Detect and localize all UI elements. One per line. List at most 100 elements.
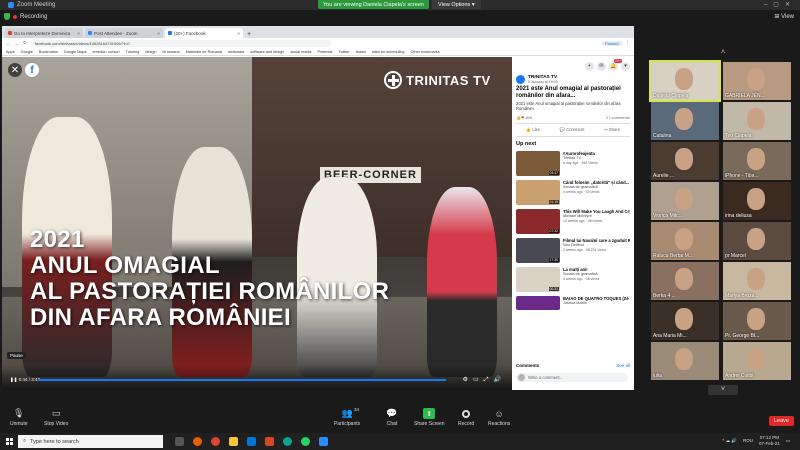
bookmark-item[interactable]: Google Maps bbox=[64, 50, 87, 54]
participant-tile[interactable]: iulia bbox=[651, 342, 719, 380]
bookmark-item[interactable]: dictionare bbox=[228, 50, 244, 54]
participant-tile[interactable]: Mariya Broza... bbox=[723, 262, 791, 300]
bookmark-item[interactable]: Tutoring bbox=[126, 50, 140, 54]
notifications-icon[interactable]: 🔔 20+ bbox=[609, 58, 622, 71]
participant-tile[interactable]: iPhone - Tiba... bbox=[723, 142, 791, 180]
tab-close-icon[interactable]: × bbox=[157, 31, 160, 36]
stop-video-button[interactable]: ▭ Stop Video bbox=[44, 408, 68, 427]
participants-button[interactable]: 👥 34 Participants bbox=[334, 407, 360, 427]
bookmark-item[interactable]: social media bbox=[290, 50, 311, 54]
up-next-item[interactable]: BAIAO DE QUATRO TOQUES (Zé Miguel...Josh… bbox=[512, 294, 634, 312]
participant-video bbox=[675, 108, 693, 130]
forward-icon[interactable]: → bbox=[15, 41, 20, 46]
up-next-item[interactable]: 17:30 Filmul lui Navalnî care a zguduit … bbox=[512, 236, 634, 265]
participant-tile[interactable]: Teo Ciapela bbox=[723, 102, 791, 140]
chrome-icon[interactable] bbox=[211, 437, 220, 446]
reactions-count[interactable]: 👍❤ 849 bbox=[516, 115, 532, 120]
video-control-icons[interactable]: ⚙▭⤢🔊 bbox=[463, 376, 506, 384]
comment-button[interactable]: 💬 Comment bbox=[560, 127, 585, 133]
plus-icon[interactable]: + bbox=[585, 61, 594, 71]
up-next-item[interactable]: 01:15 Când folosim „datorită" și când...… bbox=[512, 178, 634, 207]
browser-tab-3[interactable]: (20+) Facebook × bbox=[165, 28, 243, 38]
participant-tile[interactable]: pr Marcel bbox=[723, 222, 791, 260]
clock[interactable]: 07:12 PM 07-Feb-21 bbox=[759, 435, 780, 446]
notification-center-icon[interactable]: ▭ bbox=[786, 438, 790, 444]
bookmark-item[interactable]: Bookmarks bbox=[39, 50, 58, 54]
reload-icon[interactable]: ↻ bbox=[23, 40, 27, 46]
up-next-item[interactable]: 07:32 This Will Make You Laugh And Cry Mi… bbox=[512, 207, 634, 236]
profile-paused-badge[interactable]: Paused bbox=[601, 40, 622, 46]
participant-video bbox=[675, 148, 693, 170]
zoom-app-icon[interactable] bbox=[319, 437, 328, 446]
up-next-item[interactable]: 03:47 #Aurorafeajenta Trinitas TV a day ag… bbox=[512, 149, 634, 178]
participant-tile[interactable]: Catalina bbox=[651, 102, 719, 140]
view-button[interactable]: ⊞ View bbox=[774, 13, 794, 20]
firefox-icon[interactable] bbox=[193, 437, 202, 446]
start-button[interactable] bbox=[0, 433, 18, 450]
window-controls[interactable]: –▢✕ bbox=[764, 1, 796, 8]
participant-tile[interactable]: Ana Maria Mi... bbox=[651, 302, 719, 340]
bookmark-item[interactable]: sites for scheduling bbox=[372, 50, 405, 54]
bookmark-item[interactable]: Google bbox=[21, 50, 33, 54]
edge-icon[interactable] bbox=[283, 437, 292, 446]
gallery-prev-icon[interactable]: ˄ bbox=[708, 49, 738, 57]
recording-indicator[interactable]: Recording bbox=[4, 13, 47, 20]
bookmark-item[interactable]: Apps bbox=[6, 50, 15, 54]
reactions-button[interactable]: ☺ Reactions bbox=[488, 408, 510, 428]
participant-tile[interactable]: Raluca Berba M... bbox=[651, 222, 719, 260]
bookmark-item[interactable]: fb romana bbox=[163, 50, 180, 54]
bookmark-item[interactable]: software and design bbox=[250, 50, 284, 54]
like-button[interactable]: 👍 Like bbox=[526, 127, 540, 133]
participant-tile[interactable]: Berka 4 ... bbox=[651, 262, 719, 300]
bookmark-item[interactable]: Other bookmarks bbox=[411, 50, 440, 54]
bookmark-item[interactable]: emedia / cursuri bbox=[93, 50, 120, 54]
file-explorer-icon[interactable] bbox=[229, 437, 238, 446]
language-indicator[interactable]: ROU bbox=[743, 438, 753, 443]
chat-button[interactable]: 💬 Chat bbox=[386, 408, 398, 427]
participant-tile[interactable]: GABRIELA JEN... bbox=[723, 62, 791, 100]
comments-count[interactable]: 27 comments bbox=[606, 115, 630, 120]
record-button[interactable]: Record bbox=[458, 408, 474, 427]
browser-tab-2[interactable]: Post Attendee - Zoom × bbox=[85, 28, 163, 38]
leave-button[interactable]: Leave bbox=[769, 416, 794, 426]
up-next-item[interactable]: 00:31 La mulți ani! Școala de gramatică 3 … bbox=[512, 265, 634, 294]
bookmark-item[interactable]: design bbox=[145, 50, 156, 54]
menu-dots-icon[interactable]: ⋮ bbox=[626, 40, 631, 46]
browser-tab-1[interactable]: Go to Interpreteze Dominica × bbox=[5, 28, 83, 38]
share-screen-button[interactable]: ⬆ Share Screen bbox=[414, 408, 445, 427]
comment-input[interactable]: Write a comment... bbox=[516, 373, 628, 382]
tab-close-icon[interactable]: × bbox=[237, 31, 240, 36]
whatsapp-icon[interactable] bbox=[301, 437, 310, 446]
tray-icons[interactable]: ^ ☁ 🔊 bbox=[722, 438, 737, 444]
new-tab-icon[interactable]: + bbox=[247, 31, 251, 38]
participant-tile[interactable]: irina deliusa bbox=[723, 182, 791, 220]
unmute-button[interactable]: 🎙 Unmute bbox=[10, 408, 28, 427]
facebook-logo-icon[interactable]: f bbox=[25, 63, 39, 77]
participant-tile[interactable]: Pr. George Bl... bbox=[723, 302, 791, 340]
address-input[interactable]: facebook.com/trinitastv/videos/108281647… bbox=[30, 39, 331, 47]
channel-avatar[interactable] bbox=[516, 75, 525, 84]
bookmark-item[interactable]: teams bbox=[356, 50, 366, 54]
share-button[interactable]: ↪ Share bbox=[604, 127, 620, 133]
video-player[interactable]: BEER-CORNER TRINITAS TV 2021 ANUL OMAGIA… bbox=[2, 57, 512, 390]
participant-tile[interactable]: Andrei Colibi bbox=[723, 342, 791, 380]
see-all-link[interactable]: See all bbox=[616, 363, 630, 368]
taskbar-search[interactable]: ⌕ Type here to search bbox=[18, 435, 163, 448]
video-progress-bar[interactable] bbox=[38, 379, 446, 381]
gallery-next-icon[interactable]: ˅ bbox=[708, 385, 738, 395]
task-view-icon[interactable] bbox=[175, 437, 184, 446]
bookmark-item[interactable]: Materiale de Romana bbox=[186, 50, 222, 54]
account-menu-icon[interactable]: ▾ bbox=[621, 61, 630, 71]
messenger-icon[interactable]: ✉ bbox=[597, 61, 606, 71]
powerpoint-icon[interactable] bbox=[265, 437, 274, 446]
bookmark-item[interactable]: Twitter bbox=[338, 50, 349, 54]
participant-tile[interactable]: Viorica Mitc... bbox=[651, 182, 719, 220]
view-options-button[interactable]: View Options ▾ bbox=[432, 0, 481, 9]
bookmark-item[interactable]: Pinterest bbox=[318, 50, 333, 54]
mail-icon[interactable] bbox=[247, 437, 256, 446]
participant-tile[interactable]: Aurelie ... bbox=[651, 142, 719, 180]
back-icon[interactable]: ← bbox=[6, 41, 11, 46]
close-icon[interactable]: ✕ bbox=[8, 63, 22, 77]
tab-close-icon[interactable]: × bbox=[77, 31, 80, 36]
participant-tile[interactable]: Daniela Ciapela bbox=[649, 60, 721, 102]
